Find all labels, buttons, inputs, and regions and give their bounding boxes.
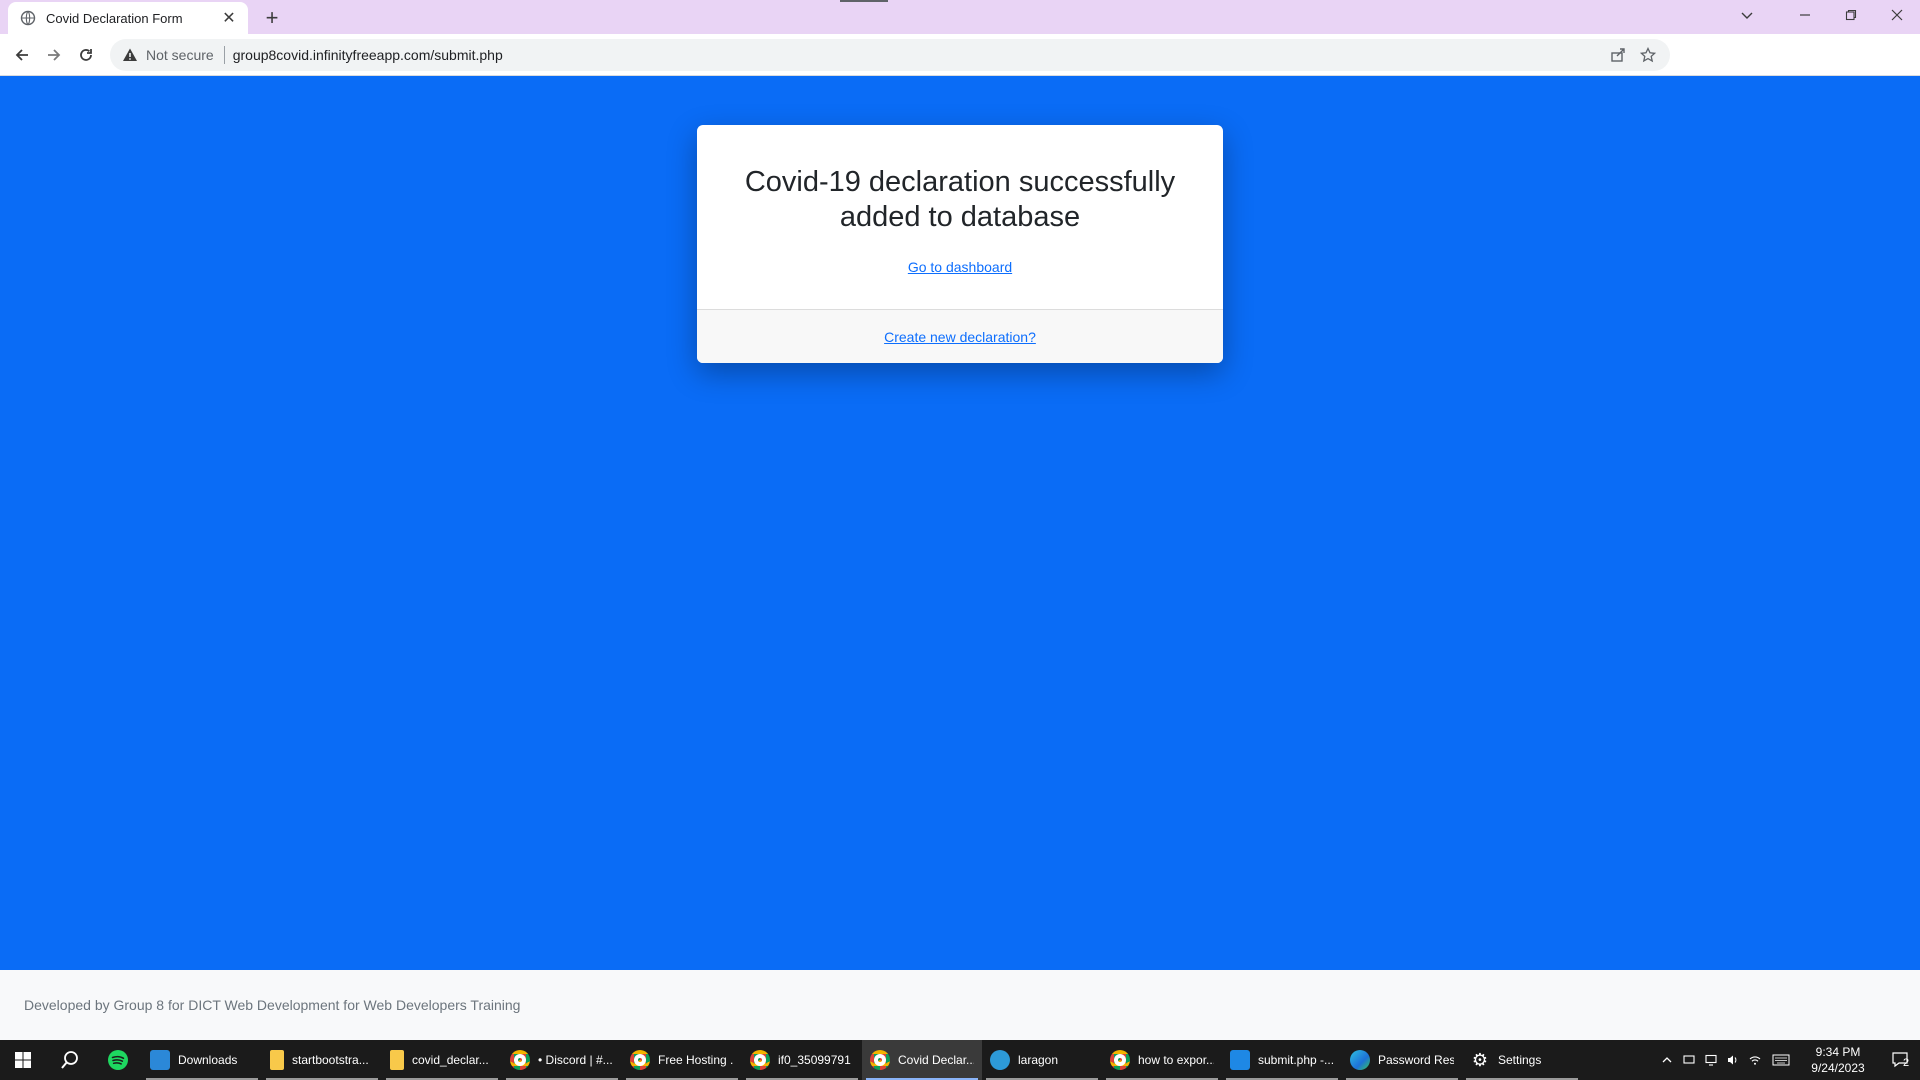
taskbar-app-settings[interactable]: ⚙ Settings [1462,1040,1582,1080]
close-window-icon[interactable] [1874,0,1920,30]
tab-search-icon[interactable] [1724,0,1770,30]
edge-icon [1350,1050,1370,1070]
meet-icon[interactable] [1678,1040,1700,1080]
chevron-up-icon[interactable] [1656,1040,1678,1080]
footer-credits: Developed by Group 8 for DICT Web Develo… [24,997,521,1013]
dashboard-link[interactable]: Go to dashboard [908,259,1012,275]
vscode-icon [1230,1050,1250,1070]
folder-icon [270,1050,284,1070]
taskbar-app-label: covid_declar... [412,1053,489,1067]
close-tab-icon[interactable]: ✕ [220,8,238,28]
gear-icon: ⚙ [1471,1050,1489,1070]
restore-icon[interactable] [1828,0,1874,30]
display-icon[interactable] [1700,1040,1722,1080]
taskbar-app-label: Settings [1498,1053,1542,1067]
page-content: Covid-19 declaration successfully added … [0,77,1920,970]
taskbar-app-label: • Discord | #... [538,1053,613,1067]
card-title: Covid-19 declaration successfully added … [744,166,1176,233]
taskbar-app-label: startbootstra... [292,1053,369,1067]
taskbar-app-chrome-account[interactable]: if0_35099791 ... [742,1040,862,1080]
taskbar-app-label: how to expor... [1138,1053,1214,1067]
url-text[interactable]: group8covid.infinityfreeapp.com/submit.p… [233,47,503,63]
tab-strip-indicator [840,0,888,2]
taskbar-clock[interactable]: 9:34 PM 9/24/2023 [1796,1044,1880,1076]
reload-icon[interactable] [70,39,102,71]
notification-count: 2 [1902,1057,1910,1069]
new-declaration-link[interactable]: Create new declaration? [884,329,1036,345]
chrome-icon [1110,1050,1130,1070]
taskbar-app-label: laragon [1018,1053,1059,1067]
taskbar-app-downloads[interactable]: Downloads [142,1040,262,1080]
browser-tab-active[interactable]: Covid Declaration Form ✕ [8,2,248,34]
taskbar-app-label: Downloads [178,1053,238,1067]
chrome-icon [510,1050,530,1070]
globe-icon [20,10,36,26]
taskbar-app-chrome-discord[interactable]: • Discord | #... [502,1040,622,1080]
system-tray: 9:34 PM 9/24/2023 2 [1656,1040,1920,1080]
chrome-icon [750,1050,770,1070]
taskbar-app-chrome-howto[interactable]: how to expor... [1102,1040,1222,1080]
taskbar-app-edge[interactable]: Password Res... [1342,1040,1462,1080]
taskbar-app-chrome-covid-active[interactable]: Covid Declar... [862,1040,982,1080]
confirmation-card: Covid-19 declaration successfully added … [697,125,1223,363]
taskbar-app-label: if0_35099791 ... [778,1053,854,1067]
card-footer: Create new declaration? [697,309,1223,363]
laragon-icon [990,1050,1010,1070]
browser-tab-strip: Covid Declaration Form ✕ + [0,0,1920,34]
back-icon[interactable] [6,39,38,71]
chrome-icon [870,1050,890,1070]
wifi-icon[interactable] [1744,1040,1766,1080]
taskbar-app-folder-startbootstrap[interactable]: startbootstra... [262,1040,382,1080]
chrome-icon [630,1050,650,1070]
taskbar-app-label: Free Hosting ... [658,1053,734,1067]
keyboard-icon[interactable] [1766,1040,1796,1080]
site-footer: Developed by Group 8 for DICT Web Develo… [0,970,1920,1040]
clock-date: 9/24/2023 [1811,1061,1865,1075]
clock-time: 9:34 PM [1815,1045,1861,1059]
tab-title: Covid Declaration Form [46,10,183,26]
taskbar-app-vscode[interactable]: submit.php -... [1222,1040,1342,1080]
window-controls [1782,0,1920,34]
download-icon [150,1050,170,1070]
forward-icon[interactable] [38,39,70,71]
warning-icon[interactable] [122,47,138,63]
browser-toolbar: Not secure group8covid.infinityfreeapp.c… [0,34,1920,100]
search-icon[interactable] [46,1040,94,1080]
taskbar-app-chrome-hosting[interactable]: Free Hosting ... [622,1040,742,1080]
bookmark-star-icon[interactable] [1638,45,1658,65]
taskbar-app-folder-covid[interactable]: covid_declar... [382,1040,502,1080]
security-status[interactable]: Not secure [146,47,214,63]
address-divider [223,46,225,64]
taskbar-app-label: submit.php -... [1258,1053,1334,1067]
share-icon[interactable] [1608,45,1628,65]
windows-taskbar: Downloads startbootstra... covid_declar.… [0,1040,1920,1080]
speaker-icon[interactable] [1722,1040,1744,1080]
taskbar-app-label: Covid Declar... [898,1053,974,1067]
folder-icon [390,1050,404,1070]
new-tab-button[interactable]: + [258,4,286,32]
spotify-icon[interactable] [94,1040,142,1080]
minimize-icon[interactable] [1782,0,1828,30]
notification-center-icon[interactable]: 2 [1880,1040,1920,1080]
windows-start-icon[interactable] [0,1040,46,1080]
address-bar[interactable]: Not secure group8covid.infinityfreeapp.c… [110,39,1670,71]
card-body: Covid-19 declaration successfully added … [697,125,1223,309]
taskbar-app-label: Password Res... [1378,1053,1454,1067]
taskbar-app-laragon[interactable]: laragon [982,1040,1102,1080]
